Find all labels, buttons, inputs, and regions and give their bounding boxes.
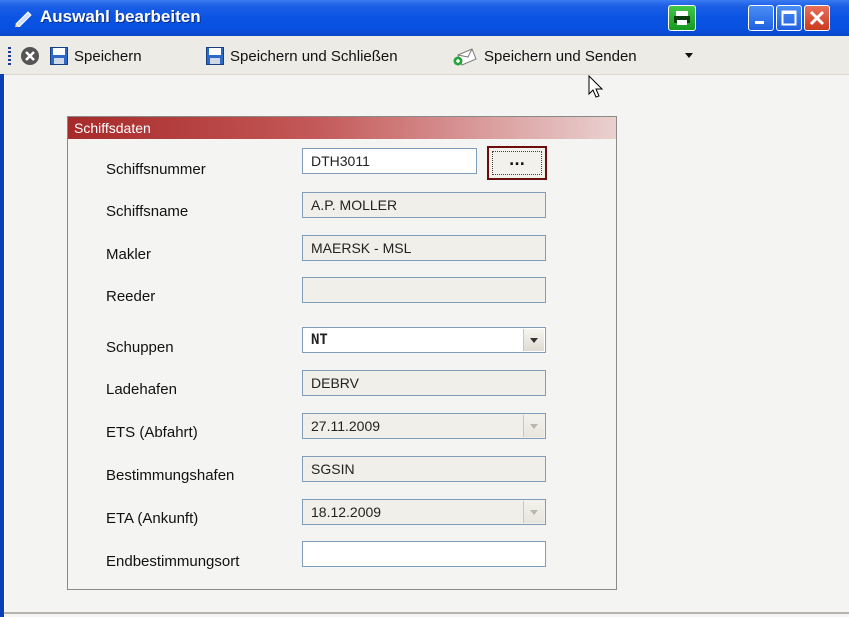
reeder-label: Reeder <box>106 288 156 305</box>
schuppen-dropdown-button[interactable] <box>523 329 544 351</box>
chevron-down-icon <box>530 424 538 429</box>
eta-dropdown-button[interactable] <box>523 501 544 523</box>
makler-label: Makler <box>106 246 152 263</box>
printer-icon <box>674 11 690 25</box>
group-title: Schiffsdaten <box>68 117 616 139</box>
ladehafen-field[interactable]: DEBRV <box>302 370 546 396</box>
schiffsname-field[interactable]: A.P. MOLLER <box>302 192 546 218</box>
schuppen-select[interactable]: NT <box>302 327 546 353</box>
schuppen-value: NT <box>311 332 328 348</box>
ladehafen-label: Ladehafen <box>106 381 177 398</box>
cancel-button[interactable] <box>20 45 46 67</box>
endbestimmungsort-label: Endbestimmungsort <box>106 553 240 570</box>
toolbar-overflow-chevron-down-icon[interactable] <box>684 50 694 60</box>
schiffsname-label: Schiffsname <box>106 203 189 220</box>
ets-value: 27.11.2009 <box>311 418 381 434</box>
save-button[interactable]: Speichern <box>50 45 142 67</box>
schiffsnummer-input[interactable]: DTH3011 <box>302 148 477 174</box>
bestimmungshafen-field[interactable]: SGSIN <box>302 456 546 482</box>
schiffsnummer-label: Schiffsnummer <box>106 161 206 178</box>
save-send-button[interactable]: Speichern und Senden <box>452 45 637 67</box>
bestimmungshafen-label: Bestimmungshafen <box>106 467 235 484</box>
reeder-field[interactable] <box>302 277 546 303</box>
minimize-icon <box>755 21 764 24</box>
save-label: Speichern <box>74 47 142 65</box>
makler-field[interactable]: MAERSK - MSL <box>302 235 546 261</box>
save-close-label: Speichern und Schließen <box>230 47 398 65</box>
eta-select[interactable]: 18.12.2009 <box>302 499 546 525</box>
eta-value: 18.12.2009 <box>311 504 382 520</box>
toolbar: Speichern Speichern und Schließen Speich… <box>0 36 849 75</box>
ets-dropdown-button[interactable] <box>523 415 544 437</box>
toolbar-grip[interactable] <box>8 47 11 65</box>
envelope-send-icon <box>453 48 477 66</box>
eta-label: ETA (Ankunft) <box>106 510 199 527</box>
floppy-disk-icon <box>50 47 68 65</box>
schiffsnummer-browse-button[interactable]: ... <box>487 146 547 180</box>
cancel-circle-icon <box>21 47 39 65</box>
floppy-disk-icon <box>206 47 224 65</box>
ets-label: ETS (Abfahrt) <box>106 424 198 441</box>
save-send-label: Speichern und Senden <box>484 47 637 65</box>
maximize-button[interactable] <box>776 5 802 31</box>
minimize-button[interactable] <box>748 5 774 31</box>
maximize-icon <box>781 10 797 26</box>
window: Auswahl bearbeiten Speichern Speichern u… <box>0 0 849 617</box>
ets-select[interactable]: 27.11.2009 <box>302 413 546 439</box>
endbestimmungsort-input[interactable] <box>302 541 546 567</box>
content-bottom-border <box>4 612 849 614</box>
window-title: Auswahl bearbeiten <box>40 7 201 26</box>
edit-pencil-icon <box>15 11 32 27</box>
save-close-button[interactable]: Speichern und Schließen <box>206 45 398 67</box>
chevron-down-icon <box>530 510 538 515</box>
mouse-pointer-icon <box>588 75 604 98</box>
close-button[interactable] <box>804 5 830 31</box>
close-icon <box>809 10 825 26</box>
chevron-down-icon <box>530 338 538 343</box>
printer-button[interactable] <box>668 5 696 31</box>
schuppen-label: Schuppen <box>106 339 174 356</box>
title-bar[interactable]: Auswahl bearbeiten <box>0 0 849 36</box>
